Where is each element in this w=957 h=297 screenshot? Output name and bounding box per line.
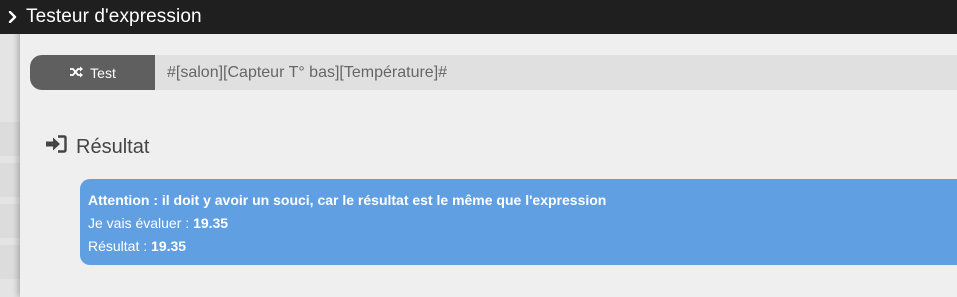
result-heading: Résultat: [45, 134, 149, 160]
test-button-label: Test: [90, 64, 116, 81]
result-line: Résultat : 19.35: [88, 238, 187, 254]
warning-text: Attention : il doit y avoir un souci, ca…: [88, 192, 607, 208]
sign-in-icon: [45, 135, 67, 159]
expression-input[interactable]: [155, 55, 957, 90]
background-row: [0, 245, 20, 279]
chevron-right-icon[interactable]: [0, 0, 26, 34]
result-heading-label: Résultat: [76, 135, 150, 158]
evaluate-value: 19.35: [193, 215, 229, 231]
background-row: [0, 204, 20, 238]
background-row: [0, 163, 20, 197]
modal-titlebar: Testeur d'expression: [0, 0, 957, 34]
background-row: [0, 122, 20, 156]
test-button[interactable]: Test: [30, 55, 155, 90]
evaluate-line: Je vais évaluer : 19.35: [88, 215, 229, 231]
result-value: 19.35: [151, 238, 187, 254]
modal-title: Testeur d'expression: [26, 6, 202, 27]
test-bar: Test: [30, 55, 957, 90]
result-alert: Attention : il doit y avoir un souci, ca…: [80, 179, 957, 265]
random-icon: [69, 65, 84, 81]
